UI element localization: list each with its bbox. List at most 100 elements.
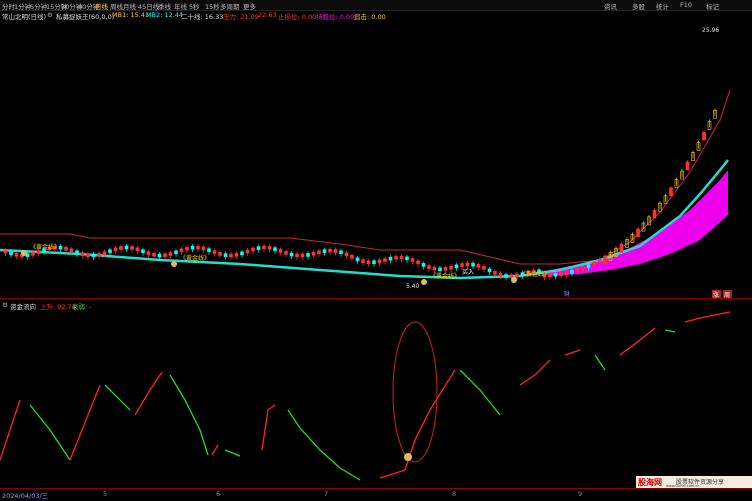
- candle: [355, 257, 360, 262]
- money-bag-icon: [404, 453, 412, 461]
- candle: [86, 253, 90, 258]
- high-price-label: 25.96: [702, 27, 719, 34]
- candle: [476, 264, 481, 268]
- panel-divider: [0, 298, 752, 299]
- candle: [322, 249, 327, 253]
- candle: [3, 249, 8, 254]
- candle: [399, 255, 404, 260]
- candle: [377, 259, 382, 264]
- candle: [685, 161, 690, 171]
- flow-line-segment: [211, 444, 219, 456]
- resistance-line: [0, 89, 731, 265]
- candle: [416, 260, 420, 265]
- candle: [339, 250, 343, 255]
- candle: [366, 260, 371, 264]
- candle: [31, 252, 35, 256]
- axis-tick: 7: [324, 490, 329, 498]
- axis-tick: 5: [103, 490, 108, 498]
- candle: [174, 250, 178, 255]
- candle: [669, 187, 673, 197]
- candle: [141, 249, 145, 254]
- cursor-date: 2024/04/03/三: [2, 492, 49, 500]
- candle: [135, 247, 140, 252]
- candle: [168, 252, 173, 256]
- candle: [603, 255, 607, 265]
- candle: [388, 256, 393, 261]
- candle: [278, 249, 283, 253]
- golden-line-marker: 《黄金线》: [180, 254, 210, 262]
- candle: [130, 246, 134, 250]
- money-bag-icon: [171, 261, 177, 267]
- right-tool-3[interactable]: F10: [680, 1, 692, 9]
- candle: [306, 253, 310, 257]
- indicator-svg: [0, 311, 731, 481]
- candle: [482, 266, 486, 270]
- candle: [91, 253, 96, 258]
- capital-flow-indicator[interactable]: [0, 310, 752, 488]
- candle: [564, 271, 569, 275]
- candle: [64, 246, 68, 251]
- golden-line-marker: 《黄金线》: [430, 272, 460, 280]
- candle: [493, 271, 497, 275]
- mb2-value: MB2: 12.44: [146, 11, 184, 19]
- candle: [273, 247, 277, 251]
- settings-icon[interactable]: ⚙: [2, 301, 8, 309]
- candle: [509, 274, 514, 278]
- candle: [113, 247, 118, 252]
- candle: [234, 253, 239, 257]
- candle: [410, 258, 415, 262]
- rise-badge: 涨: [713, 291, 719, 298]
- candle: [152, 252, 156, 257]
- candle: [581, 266, 585, 271]
- candle: [75, 250, 79, 255]
- candle: [251, 247, 255, 252]
- candle: [504, 274, 508, 278]
- candle: [383, 258, 387, 262]
- candle: [317, 250, 321, 255]
- indicator-infoline: 常山北明(日线) ⚙ 私募捉妖王(60,0,0) MB1: 15.41 MB2:…: [0, 10, 752, 21]
- price-chart[interactable]: 《黄金线》 《黄金线》 《黄金线》 《黄金线》 买入 25.96 5.40 财涨周: [0, 20, 752, 299]
- candle: [454, 264, 459, 269]
- candle: [223, 253, 228, 257]
- candle: [575, 268, 580, 273]
- price-chart-svg: 《黄金线》《黄金线》《黄金线》 《黄金线》买入25.965.40财涨周: [0, 27, 732, 299]
- guhai-watermark-logo: 股海网 股票软件资源分享 www.Guhai.com.cn: [636, 476, 752, 488]
- candle: [201, 246, 206, 251]
- golden-line-marker: 《黄金线》: [520, 270, 550, 278]
- candle: [240, 251, 244, 256]
- candle: [157, 253, 162, 258]
- candle: [619, 243, 624, 253]
- candle: [119, 246, 123, 250]
- candle: [190, 245, 195, 250]
- candle: [289, 252, 294, 257]
- candle: [372, 260, 376, 265]
- flow-line-segment: [619, 327, 656, 356]
- axis-tick: 6: [216, 490, 221, 498]
- candle: [586, 264, 591, 269]
- logo-url: www.Guhai.com.cn: [666, 484, 700, 488]
- right-toolbar: 资讯 多股 统计 F10 标记: [602, 0, 752, 11]
- candle: [108, 249, 112, 253]
- axis-tick: 9: [578, 490, 583, 498]
- flow-line-segment: [29, 404, 71, 461]
- candle: [218, 252, 222, 256]
- candle: [427, 265, 431, 269]
- candle: [256, 246, 261, 250]
- candle: [702, 131, 706, 141]
- flow-line-segment: [684, 311, 731, 323]
- candle: [460, 263, 464, 267]
- candle: [179, 248, 184, 253]
- candle: [443, 267, 448, 271]
- candle: [592, 261, 596, 266]
- candle: [465, 262, 470, 267]
- flow-line-segment: [169, 374, 209, 456]
- axis-tick: 8: [452, 490, 457, 498]
- candle: [262, 245, 266, 250]
- candle: [449, 265, 453, 270]
- flow-line-segment: [224, 449, 241, 457]
- candle: [328, 248, 332, 253]
- candle: [361, 259, 365, 263]
- candle: [553, 273, 558, 277]
- settings-icon[interactable]: ⚙: [47, 11, 53, 19]
- candle: [102, 251, 107, 255]
